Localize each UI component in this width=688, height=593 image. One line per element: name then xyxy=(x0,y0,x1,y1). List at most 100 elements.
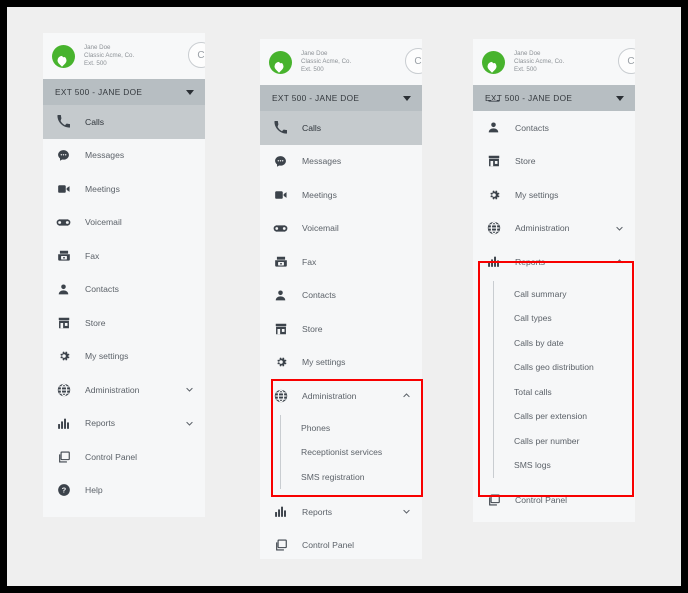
sidebar-item-administration[interactable]: Administration xyxy=(473,212,635,246)
sidebar-item-calls[interactable]: Calls xyxy=(43,105,205,139)
chat-bubble-icon xyxy=(273,154,288,169)
globe-icon xyxy=(486,221,501,236)
gear-icon xyxy=(273,355,288,370)
sidebar-item-store[interactable]: Store xyxy=(43,306,205,340)
sidebar-item-label: Administration xyxy=(302,390,357,401)
fax-icon xyxy=(486,100,501,104)
sidebar-item-label: Voicemail xyxy=(85,217,122,228)
sidebar-item-voicemail[interactable]: Voicemail xyxy=(260,212,422,246)
voicemail-icon xyxy=(56,215,71,230)
sidebar-item-label: Contacts xyxy=(515,122,549,133)
location-pin-icon xyxy=(52,44,75,68)
chevron-up-icon xyxy=(402,391,411,400)
sidebar-item-fax[interactable]: Fax xyxy=(43,239,205,273)
sidebar-item-meetings[interactable]: Meetings xyxy=(260,178,422,212)
location-pin-icon xyxy=(269,50,292,74)
extension-selector[interactable]: EXT 500 - JANE DOE xyxy=(260,85,422,111)
phone-icon xyxy=(56,114,71,129)
sidebar-item-control-panel[interactable]: Control Panel xyxy=(473,484,635,518)
voicemail-icon xyxy=(273,221,288,236)
location-pin-icon xyxy=(482,50,505,74)
account-extension: Ext. 500 xyxy=(301,66,324,74)
sidebar-item-reports[interactable]: Reports xyxy=(473,245,635,279)
sidebar-item-messages[interactable]: Messages xyxy=(260,145,422,179)
sidebar-item-administration[interactable]: Administration xyxy=(260,379,422,413)
sidebar-item-label: Fax xyxy=(85,250,100,261)
avatar[interactable]: C xyxy=(188,42,205,68)
sidebar-item-store[interactable]: Store xyxy=(473,145,635,179)
sidebar-item-store[interactable]: Store xyxy=(260,312,422,346)
chevron-down-icon xyxy=(615,224,624,233)
submenu-item-calls-per-extension[interactable]: Calls per extension xyxy=(473,404,635,429)
sidebar-item-meetings[interactable]: Meetings xyxy=(43,172,205,206)
sidebar-item-label: Reports xyxy=(302,506,333,517)
contact-icon xyxy=(56,282,71,297)
contact-icon xyxy=(273,288,288,303)
chevron-down-icon xyxy=(185,385,194,394)
sidebar-item-label: My settings xyxy=(85,351,129,362)
sidebar-item-contacts[interactable]: Contacts xyxy=(260,279,422,313)
sidebar-item-label: Messages xyxy=(302,156,342,167)
avatar[interactable]: C xyxy=(618,48,635,74)
chevron-down-icon xyxy=(402,507,411,516)
sidebar-item-reports[interactable]: Reports xyxy=(260,495,422,529)
submenu-item-calls-per-number[interactable]: Calls per number xyxy=(473,429,635,454)
sidebar-item-my-settings[interactable]: My settings xyxy=(473,178,635,212)
submenu-item-calls-geo-distribution[interactable]: Calls geo distribution xyxy=(473,355,635,380)
fax-icon xyxy=(56,248,71,263)
video-camera-icon xyxy=(56,181,71,196)
screenshot-canvas: Jane Doe Classic Acme, Co. Ext. 500 C EX… xyxy=(0,0,688,593)
submenu-item-phones[interactable]: Phones xyxy=(260,416,422,441)
window-icon xyxy=(486,493,501,508)
sidebar-item-help[interactable]: ? Help xyxy=(43,474,205,508)
avatar[interactable]: C xyxy=(405,48,422,74)
sidebar-item-my-settings[interactable]: My settings xyxy=(260,346,422,380)
extension-selector[interactable]: EXT 500 - JANE DOE xyxy=(43,79,205,105)
sidebar-item-fax[interactable]: Fax xyxy=(260,245,422,279)
sidebar-item-label: Administration xyxy=(515,223,570,234)
reports-submenu: Call summary Call types Calls by date Ca… xyxy=(473,279,635,484)
gear-icon xyxy=(486,187,501,202)
globe-icon xyxy=(56,382,71,397)
bar-chart-icon xyxy=(56,416,71,431)
sidebar-item-contacts[interactable]: Contacts xyxy=(473,111,635,145)
sidebar-item-label: Help xyxy=(85,485,103,496)
store-icon xyxy=(273,321,288,336)
sidebar-item-label: Meetings xyxy=(302,189,337,200)
chevron-down-icon xyxy=(185,419,194,428)
submenu-item-total-calls[interactable]: Total calls xyxy=(473,380,635,405)
sidebar-item-label: Fax xyxy=(302,256,317,267)
account-details: Jane Doe Classic Acme, Co. Ext. 500 xyxy=(514,50,564,75)
sidebar-item-label: Contacts xyxy=(302,290,336,301)
sidebar-item-control-panel[interactable]: Control Panel xyxy=(43,440,205,474)
submenu-item-sms-logs[interactable]: SMS logs xyxy=(473,453,635,478)
sidebar-panel-administration-expanded: Jane Doe Classic Acme, Co. Ext. 500 C EX… xyxy=(260,39,422,559)
sidebar-item-partially-scrolled[interactable] xyxy=(473,100,635,111)
sidebar-item-reports[interactable]: Reports xyxy=(43,407,205,441)
submenu-item-calls-by-date[interactable]: Calls by date xyxy=(473,331,635,356)
submenu-item-call-summary[interactable]: Call summary xyxy=(473,282,635,307)
sidebar-item-contacts[interactable]: Contacts xyxy=(43,273,205,307)
phone-icon xyxy=(273,120,288,135)
sidebar-item-control-panel[interactable]: Control Panel xyxy=(260,529,422,560)
account-header: Jane Doe Classic Acme, Co. Ext. 500 C xyxy=(473,39,635,85)
sidebar-item-administration[interactable]: Administration xyxy=(43,373,205,407)
avatar-initial: C xyxy=(627,55,635,67)
sidebar-item-voicemail[interactable]: Voicemail xyxy=(43,206,205,240)
window-icon xyxy=(273,538,288,553)
sidebar-item-label: Meetings xyxy=(85,183,120,194)
submenu-item-receptionist-services[interactable]: Receptionist services xyxy=(260,440,422,465)
submenu-item-sms-registration[interactable]: SMS registration xyxy=(260,465,422,490)
sidebar-item-label: Voicemail xyxy=(302,223,339,234)
sidebar-item-label: My settings xyxy=(515,189,559,200)
svg-text:?: ? xyxy=(61,486,66,495)
sidebar-item-messages[interactable]: Messages xyxy=(43,139,205,173)
sidebar-item-label: Store xyxy=(85,317,106,328)
sidebar-item-my-settings[interactable]: My settings xyxy=(43,340,205,374)
video-camera-icon xyxy=(273,187,288,202)
sidebar-item-calls[interactable]: Calls xyxy=(260,111,422,145)
account-header: Jane Doe Classic Acme, Co. Ext. 500 C xyxy=(43,33,205,79)
sidebar-panel-reports-expanded: Jane Doe Classic Acme, Co. Ext. 500 C EX… xyxy=(473,39,635,522)
submenu-item-call-types[interactable]: Call types xyxy=(473,306,635,331)
account-name: Jane Doe xyxy=(84,43,111,51)
